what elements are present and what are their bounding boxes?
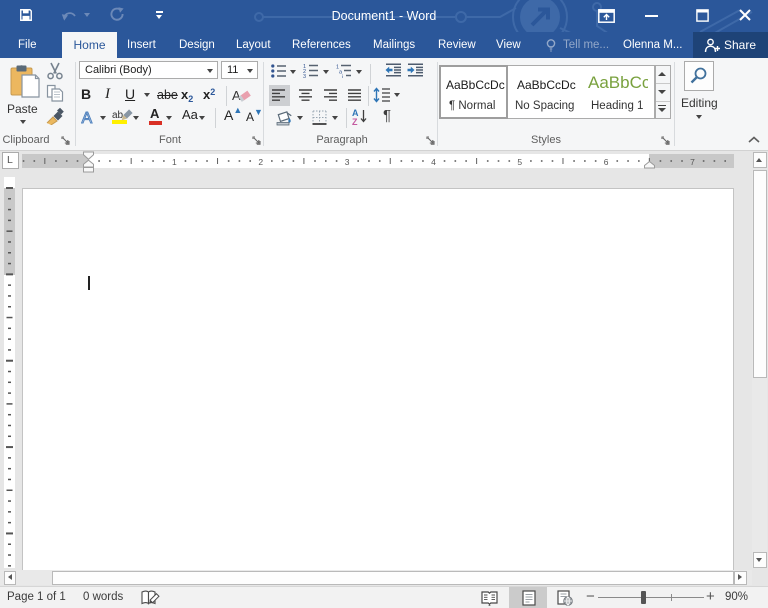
svg-text:2: 2 (258, 157, 263, 167)
svg-text:6: 6 (604, 157, 609, 167)
svg-text:Z: Z (352, 117, 358, 125)
svg-text:4: 4 (431, 157, 436, 167)
svg-text:5: 5 (517, 157, 522, 167)
svg-text:3: 3 (303, 74, 306, 78)
svg-text:3: 3 (345, 157, 350, 167)
svg-text:1: 1 (172, 157, 177, 167)
svg-text:7: 7 (690, 157, 695, 167)
svg-text:A: A (232, 88, 241, 103)
svg-text:A: A (82, 110, 93, 126)
svg-text:i: i (342, 75, 343, 79)
svg-text:ab: ab (112, 110, 124, 121)
